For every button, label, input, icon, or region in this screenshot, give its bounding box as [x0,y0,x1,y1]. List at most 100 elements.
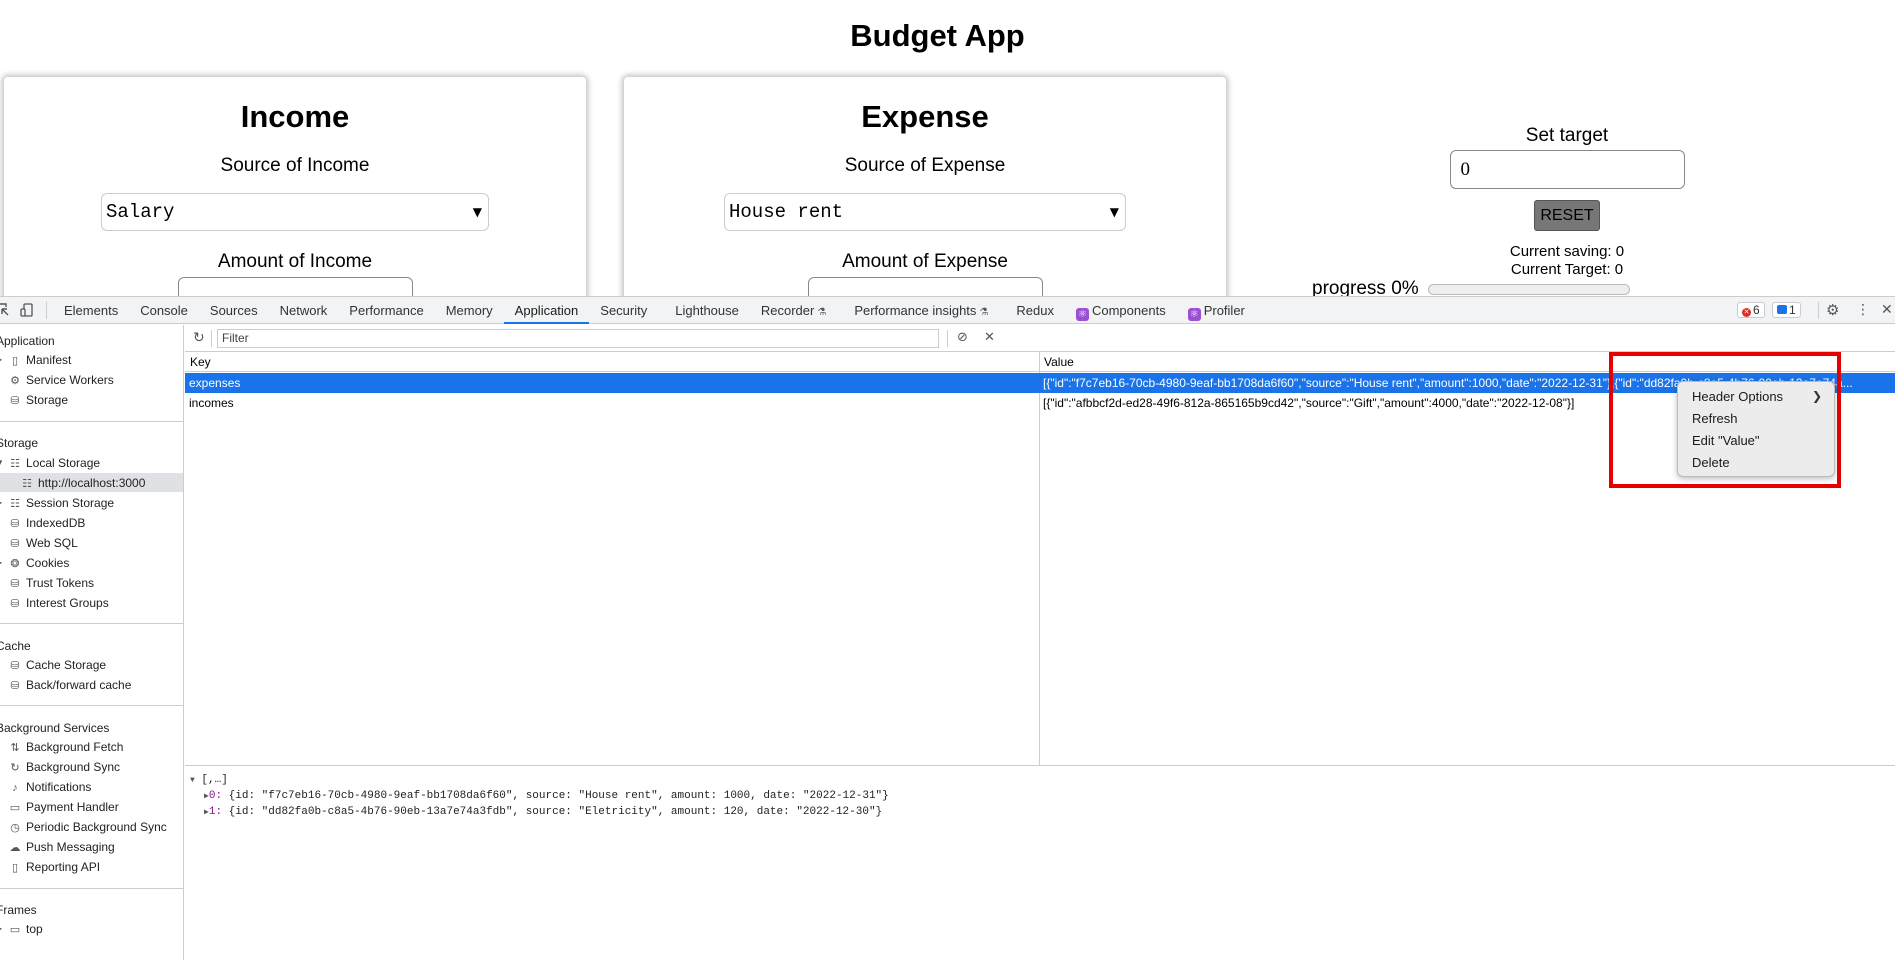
grid-icon: ☷ [10,458,20,470]
column-header-key[interactable]: Key [190,352,211,372]
sidebar-item-manifest[interactable]: ▶ ▯ Manifest [0,350,72,370]
row-key: incomes [189,396,234,410]
tab-sources[interactable]: Sources [199,297,269,324]
table-row[interactable]: incomes [{"id":"afbbcf2d-ed28-49f6-812a-… [185,393,1895,413]
caret-down-icon: ▼ [0,453,4,473]
sidebar-item-label: Cache Storage [26,658,107,672]
menu-item-refresh[interactable]: Refresh [1692,411,1738,426]
menu-item-header-options[interactable]: Header Options ❯ [1692,389,1822,404]
inspect-element-icon[interactable] [0,303,10,317]
error-count-badge[interactable]: ✕ 6 [1737,302,1765,318]
sidebar-item-notifications[interactable]: ♪ Notifications [8,777,91,797]
income-heading: Income [240,99,350,134]
sidebar-item-payment-handler[interactable]: ▭ Payment Handler [8,797,119,817]
menu-item-delete[interactable]: Delete [1692,455,1730,470]
sidebar-item-local-storage[interactable]: ▼ ☷ Local Storage [0,453,100,473]
devtools-tabs: Elements Console Sources Network Perform… [53,297,1256,324]
clock-icon: ◷ [10,822,20,834]
sidebar-item-cookies[interactable]: ▶ ❂ Cookies [0,553,70,573]
card-icon: ▭ [9,802,21,814]
preview-item[interactable]: ▶1: {id: "dd82fa0b-c8a5-4b76-90eb-13a7e7… [204,806,882,818]
tab-memory[interactable]: Memory [435,297,504,324]
context-menu: Header Options ❯ Refresh Edit "Value" De… [1677,381,1835,477]
tab-components[interactable]: ⚛ Components [1065,297,1177,324]
target-input[interactable]: 0 [1449,150,1685,189]
file-icon: ▯ [11,862,19,874]
preview-item[interactable]: ▶0: {id: "f7c7eb16-70cb-4980-9eaf-bb1708… [204,790,889,802]
income-amount-input[interactable] [177,277,413,296]
clear-all-icon[interactable]: ⊘ [957,329,968,345]
file-icon: ▯ [11,355,19,367]
sidebar-item-background-sync[interactable]: ↻ Background Sync [8,757,120,777]
tab-redux[interactable]: Redux [1005,297,1065,324]
tab-network[interactable]: Network [269,297,339,324]
cloud-icon: ☁ [9,842,21,854]
sidebar-item-service-workers[interactable]: ⚙ Service Workers [8,370,114,390]
table-row[interactable]: expenses [{"id":"f7c7eb16-70cb-4980-9eaf… [185,373,1895,393]
sidebar-item-reporting-api[interactable]: ▯ Reporting API [8,857,100,877]
sidebar-item-storage[interactable]: ⛁ Storage [8,390,68,410]
tab-elements[interactable]: Elements [53,297,129,324]
sidebar-divider [0,421,183,422]
tab-recorder[interactable]: Recorder ⚗ [750,297,837,324]
refresh-icon[interactable]: ↻ [193,329,205,346]
gear-icon[interactable]: ⚙ [1826,301,1840,319]
storage-grid-header: Key Value [185,352,1895,372]
message-count-badge[interactable]: 1 [1772,302,1801,318]
react-icon: ⚛ [1075,308,1089,321]
sidebar-item-top-frame[interactable]: ▶ ▭ top [0,919,43,939]
menu-item-edit-value[interactable]: Edit "Value" [1692,433,1760,448]
grid-icon: ☷ [10,498,20,510]
sidebar-item-back-forward-cache[interactable]: ⛁ Back/forward cache [8,675,131,695]
sidebar-item-label: Background Fetch [26,740,124,754]
close-icon[interactable]: ✕ [1881,301,1895,317]
flask-icon: ⚗ [817,307,827,318]
preview-item-text: {id: "dd82fa0b-c8a5-4b76-90eb-13a7e74a3f… [228,806,883,818]
expense-amount-label: Amount of Expense [842,251,1008,272]
column-header-value[interactable]: Value [1044,352,1074,372]
sidebar-item-label: Service Workers [26,373,114,387]
sidebar-item-label: Cookies [26,556,70,570]
caret-right-icon: ▶ [0,553,2,573]
tab-console[interactable]: Console [129,297,199,324]
preview-root[interactable]: ▼ [,…] [190,774,228,786]
delete-selected-icon[interactable]: ✕ [984,329,995,345]
device-toolbar-icon[interactable] [20,303,34,317]
sidebar-section-background-services: Background Services [0,721,110,735]
tab-security[interactable]: Security [589,297,658,324]
sidebar-item-session-storage[interactable]: ▶ ☷ Session Storage [0,493,115,513]
chevron-down-icon: ▼ [472,205,482,219]
preview-root-text: [,…] [201,774,228,786]
sidebar-item-interest-groups[interactable]: ⛁ Interest Groups [8,593,108,613]
database-icon: ⛁ [10,518,20,530]
progress-bar [1428,284,1630,295]
kebab-menu-icon[interactable]: ⋮ [1856,301,1870,317]
reset-button[interactable]: RESET [1534,200,1600,231]
sidebar-item-web-sql[interactable]: ⛁ Web SQL [8,533,77,553]
expense-amount-input[interactable] [807,277,1043,296]
message-icon [1777,305,1787,314]
expense-source-select[interactable]: House rent ▼ [724,193,1126,231]
bell-icon: ♪ [12,782,18,794]
page-title: Budget App [850,18,1025,53]
sidebar-item-label: Session Storage [26,496,115,510]
sidebar-divider [0,888,183,889]
sidebar-item-label: Manifest [26,353,72,367]
sidebar-item-cache-storage[interactable]: ⛁ Cache Storage [8,655,106,675]
flask-icon: ⚗ [979,307,989,318]
tab-profiler[interactable]: ⚛ Profiler [1177,297,1256,324]
column-divider[interactable] [1039,352,1040,791]
sidebar-item-trust-tokens[interactable]: ⛁ Trust Tokens [8,573,94,593]
sidebar-item-periodic-background-sync[interactable]: ◷ Periodic Background Sync [8,817,167,837]
tab-components-label: Components [1091,303,1166,318]
tab-lighthouse[interactable]: Lighthouse [664,297,750,324]
income-source-select[interactable]: Salary ▼ [101,193,489,231]
sidebar-item-background-fetch[interactable]: ⇅ Background Fetch [8,737,123,757]
sidebar-item-localhost[interactable]: ☷ http://localhost:3000 [20,473,145,493]
sidebar-item-indexeddb[interactable]: ⛁ IndexedDB [8,513,85,533]
sidebar-item-push-messaging[interactable]: ☁ Push Messaging [8,837,115,857]
tab-application[interactable]: Application [503,297,590,324]
tab-performance[interactable]: Performance [338,297,434,324]
filter-input[interactable]: Filter [217,329,939,348]
tab-performance-insights[interactable]: Performance insights ⚗ [843,297,999,324]
